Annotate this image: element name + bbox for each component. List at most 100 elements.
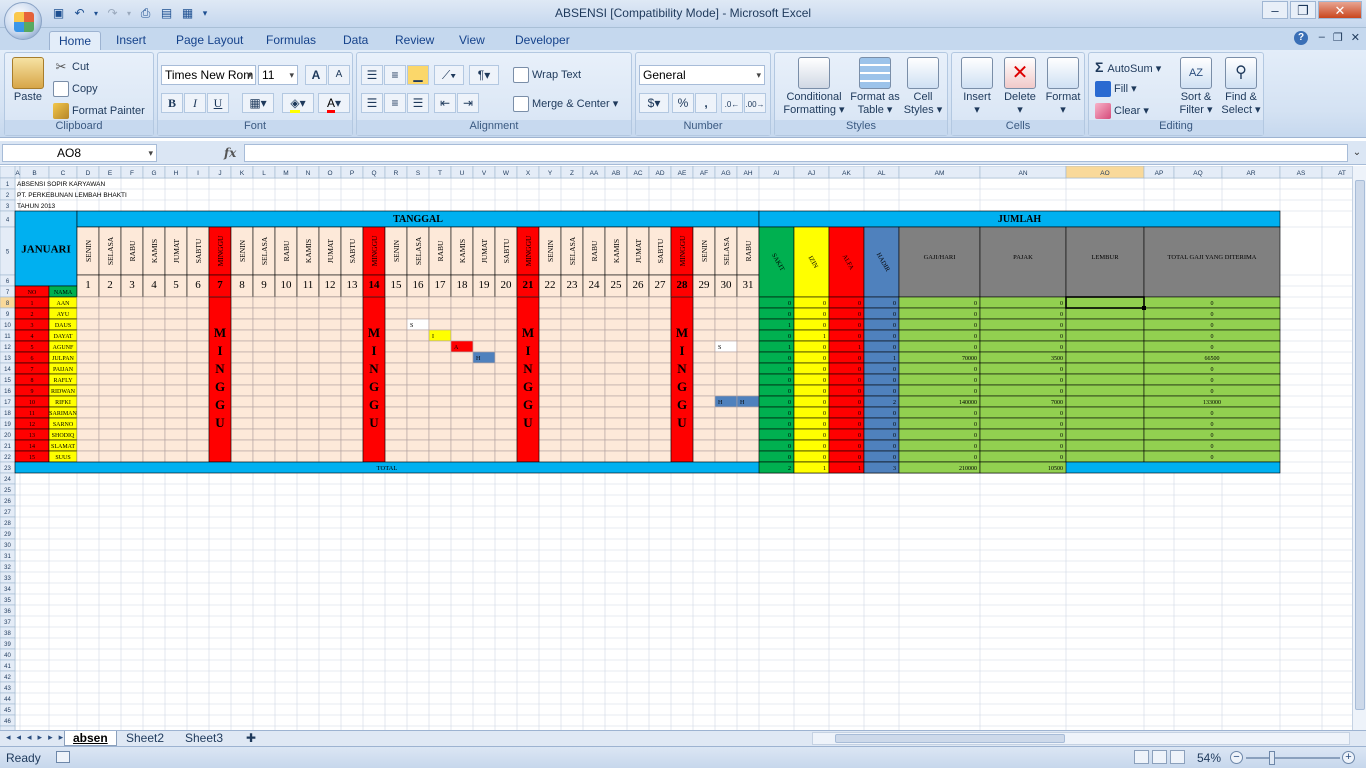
attendance-cell (340, 307, 364, 320)
office-button[interactable] (4, 2, 42, 40)
autosum-button[interactable]: Σ AutoSum ▾ (1095, 59, 1161, 75)
delete-cells-button[interactable]: ✕ Delete ▾ (999, 57, 1041, 116)
font-color-button[interactable]: A▾ (318, 93, 350, 113)
attendance-cell (494, 296, 518, 309)
alignment-group: ☰ ≡ ▁ ⟋▾ ¶▾ Wrap Text ☰ ≡ ☰ ⇤ ⇥ Merge & … (356, 52, 632, 136)
bottom-align-button[interactable]: ▁ (407, 65, 429, 85)
grow-font-button[interactable]: A (305, 65, 327, 85)
attendance-mark: S (410, 323, 413, 329)
sheet-tab-sheet2[interactable]: Sheet2 (118, 731, 172, 746)
wrap-text-button[interactable]: Wrap Text (513, 67, 581, 83)
paragraph-button[interactable]: ¶▾ (469, 65, 499, 85)
fill-color-button[interactable]: ◈▾ (282, 93, 314, 113)
comma-button[interactable]: , (695, 93, 717, 113)
page-break-view-icon[interactable] (1170, 750, 1185, 764)
cut-button[interactable]: ✂ Cut (53, 59, 90, 75)
percent-button[interactable]: % (672, 93, 694, 113)
tab-formulas[interactable]: Formulas (257, 31, 325, 50)
tab-review[interactable]: Review (386, 31, 443, 50)
clear-button[interactable]: Clear ▾ (1095, 103, 1149, 119)
sheet-nav-arrows[interactable]: ◂◂◂▸▸▸ (6, 732, 69, 743)
fill-handle[interactable] (1142, 306, 1146, 310)
normal-view-icon[interactable] (1134, 750, 1149, 764)
fill-button[interactable]: Fill ▾ (1095, 81, 1137, 97)
formula-input[interactable] (244, 144, 1348, 162)
zoom-in-icon[interactable]: + (1342, 751, 1355, 764)
decrease-decimal-button[interactable]: .00→ (744, 93, 766, 113)
accounting-format-button[interactable]: $▾ (639, 93, 669, 113)
wrap-text-icon (513, 67, 529, 83)
decrease-indent-button[interactable]: ⇤ (434, 93, 456, 113)
zoom-thumb[interactable] (1269, 751, 1275, 765)
zoom-level[interactable]: 54% (1197, 751, 1221, 765)
vertical-scroll-thumb[interactable] (1355, 180, 1365, 710)
restore-button[interactable]: ❐ (1290, 1, 1316, 19)
find-select-button[interactable]: ⚲ Find & Select ▾ (1219, 57, 1263, 117)
expand-formula-bar-button[interactable]: ⌄ (1350, 144, 1364, 162)
italic-button[interactable]: I (184, 93, 206, 113)
insert-sheet-icon[interactable]: ✚ (238, 731, 264, 746)
minimize-button[interactable]: – (1262, 1, 1288, 19)
help-icon[interactable]: ? (1294, 31, 1308, 45)
top-align-button[interactable]: ☰ (361, 65, 383, 85)
attendance-cell (736, 362, 760, 375)
zoom-slider[interactable]: − + (1230, 751, 1356, 765)
sheet-tab-bar: ◂◂◂▸▸▸ absen Sheet2 Sheet3 ✚ (0, 730, 1366, 746)
worksheet-grid[interactable]: A B C D E F G H I J K L M N O P Q R S T U V W X Y Z AA AB AC AD AE AF AG… (0, 166, 1352, 730)
number-format-combo[interactable]: General (639, 65, 765, 85)
attendance-cell (406, 384, 430, 397)
align-right-button[interactable]: ☰ (407, 93, 429, 113)
name-box[interactable]: AO8 (2, 144, 157, 162)
tab-insert[interactable]: Insert (107, 31, 155, 50)
workbook-minimize-button[interactable]: – (1319, 31, 1325, 44)
money-header (979, 226, 1067, 298)
attendance-cell (230, 351, 254, 364)
orientation-button[interactable]: ⟋▾ (434, 65, 464, 85)
increase-decimal-button[interactable]: .0← (721, 93, 743, 113)
align-left-button[interactable]: ☰ (361, 93, 383, 113)
horizontal-scroll-thumb[interactable] (835, 734, 1065, 743)
font-name-combo[interactable]: Times New Rom (161, 65, 256, 85)
tab-page-layout[interactable]: Page Layout (167, 31, 252, 50)
sheet-tab-sheet3[interactable]: Sheet3 (177, 731, 231, 746)
money-header (898, 226, 981, 298)
attendance-cell (736, 296, 760, 309)
paste-button[interactable]: Paste (11, 57, 45, 103)
font-size-combo[interactable]: 11 (258, 65, 298, 85)
workbook-close-button[interactable]: ✕ (1351, 31, 1360, 44)
middle-align-button[interactable]: ≡ (384, 65, 406, 85)
insert-cells-button[interactable]: Insert ▾ (956, 57, 998, 116)
shrink-font-button[interactable]: A (328, 65, 350, 85)
day-number: 16 (413, 279, 425, 291)
workbook-restore-button[interactable]: ❐ (1333, 31, 1343, 44)
copy-button[interactable]: Copy (53, 81, 98, 97)
sort-filter-button[interactable]: AZ Sort & Filter ▾ (1175, 57, 1217, 117)
macro-record-icon[interactable] (56, 751, 70, 763)
horizontal-scrollbar[interactable] (812, 732, 1350, 745)
format-painter-button[interactable]: Format Painter (53, 103, 145, 119)
page-layout-view-icon[interactable] (1152, 750, 1167, 764)
tab-view[interactable]: View (450, 31, 494, 50)
underline-button[interactable]: U (207, 93, 229, 113)
money-header-label: PAJAK (1013, 254, 1033, 261)
vertical-scrollbar[interactable] (1352, 166, 1366, 730)
merge-center-button[interactable]: Merge & Center ▾ (513, 96, 618, 112)
increase-indent-button[interactable]: ⇥ (457, 93, 479, 113)
attendance-cell (76, 296, 100, 309)
attendance-cell (164, 351, 188, 364)
sheet-tab-absen[interactable]: absen (64, 731, 117, 746)
conditional-formatting-button[interactable]: Conditional Formatting ▾ (779, 57, 849, 117)
money-cell (898, 307, 981, 320)
align-center-button[interactable]: ≡ (384, 93, 406, 113)
borders-button[interactable]: ▦▾ (242, 93, 274, 113)
cell-styles-button[interactable]: Cell Styles ▾ (901, 57, 945, 117)
tab-data[interactable]: Data (334, 31, 377, 50)
format-as-table-button[interactable]: Format as Table ▾ (849, 57, 901, 117)
close-button[interactable]: ✕ (1318, 1, 1362, 19)
tab-home[interactable]: Home (49, 31, 102, 50)
zoom-out-icon[interactable]: − (1230, 751, 1243, 764)
tab-developer[interactable]: Developer (506, 31, 579, 50)
bold-button[interactable]: B (161, 93, 183, 113)
insert-function-button[interactable]: fx (224, 144, 242, 162)
format-cells-button[interactable]: Format ▾ (1042, 57, 1084, 116)
